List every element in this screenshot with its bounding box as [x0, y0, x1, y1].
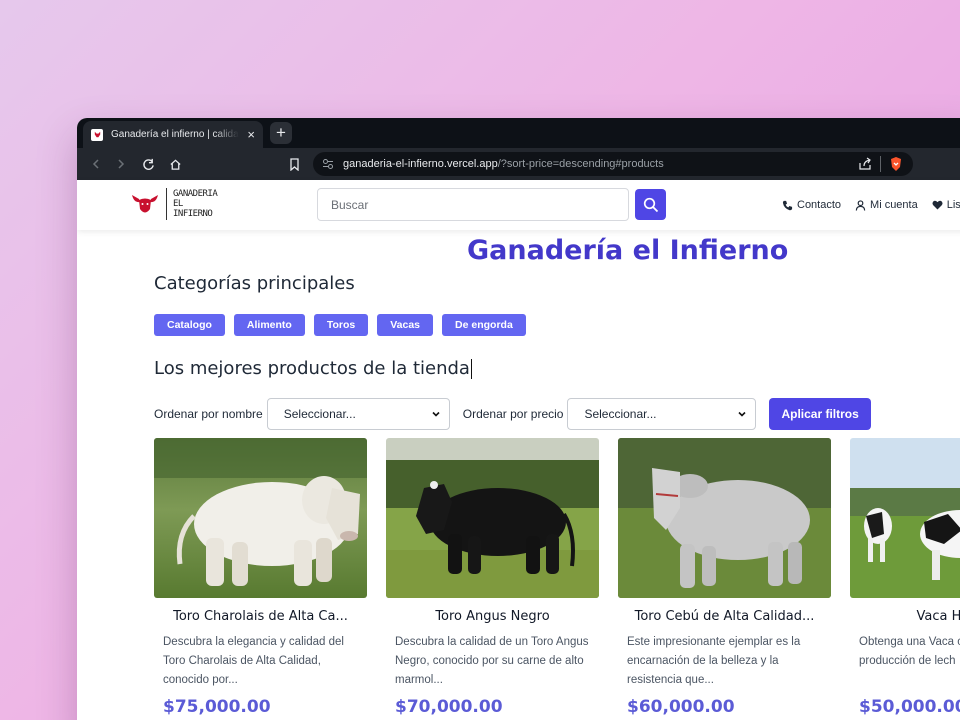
header-links: Contacto Mi cuenta Lis [782, 180, 960, 230]
new-tab-button[interactable]: + [270, 122, 292, 144]
share-icon[interactable] [858, 157, 872, 174]
apply-filters-button[interactable]: Aplicar filtros [769, 398, 871, 430]
browser-toolbar: ganaderia-el-infierno.vercel.app/?sort-p… [77, 148, 960, 180]
product-price: $75,000.00 [163, 697, 271, 717]
category-chip-catalogo[interactable]: Catalogo [154, 314, 225, 336]
address-bar[interactable]: ganaderia-el-infierno.vercel.app/?sort-p… [313, 152, 913, 176]
site-logo[interactable]: GANADERIA EL INFIERNO [130, 188, 218, 220]
site-settings-icon[interactable] [322, 158, 334, 173]
search-icon [643, 197, 658, 212]
tab-close-icon[interactable]: × [247, 128, 255, 141]
sort-price-label: Ordenar por precio [462, 407, 564, 421]
reload-icon[interactable] [139, 155, 157, 173]
contact-link[interactable]: Contacto [782, 199, 841, 211]
product-image[interactable] [850, 438, 960, 598]
url-divider [880, 156, 881, 172]
product-image[interactable] [154, 438, 367, 598]
list-label: Lis [946, 199, 960, 211]
sort-name-value: Seleccionar... [283, 407, 356, 421]
tab-bar: Ganadería el infierno | calidad p × + [77, 118, 960, 148]
bull-logo-icon [132, 195, 158, 213]
browser-tab[interactable]: Ganadería el infierno | calidad p × [83, 121, 263, 148]
category-chip-alimento[interactable]: Alimento [233, 314, 305, 336]
chevron-down-icon [432, 411, 440, 417]
url-host: ganaderia-el-infierno.vercel.app [343, 158, 498, 170]
bookmark-icon[interactable] [285, 155, 303, 173]
search-input[interactable]: Buscar [317, 188, 629, 221]
products-heading-text: Los mejores productos de la tienda [154, 358, 470, 379]
logo-text: GANADERIA EL INFIERNO [173, 189, 218, 219]
product-card[interactable]: Vaca Holstei Obtenga una Vaca calidad co… [850, 438, 960, 717]
product-image[interactable] [618, 438, 831, 598]
category-chip-vacas[interactable]: Vacas [377, 314, 434, 336]
account-link[interactable]: Mi cuenta [855, 199, 918, 211]
phone-icon [782, 200, 793, 210]
category-chip-de-engorda[interactable]: De engorda [442, 314, 526, 336]
main-content: Ganadería el Infierno Categorías princip… [77, 230, 960, 720]
product-description: Descubra la calidad de un Toro Angus Neg… [395, 636, 589, 686]
product-price: $70,000.00 [395, 697, 503, 717]
categories-list: Catalogo Alimento Toros Vacas De engorda [154, 314, 526, 336]
product-card[interactable]: Toro Angus Negro Descubra la calidad de … [386, 438, 599, 717]
product-description: Obtenga una Vaca calidad conocida p prod… [859, 636, 960, 667]
category-chip-toros[interactable]: Toros [313, 314, 369, 336]
tab-title: Ganadería el infierno | calidad p [111, 129, 240, 140]
chevron-down-icon [738, 411, 747, 417]
logo-divider [166, 188, 167, 220]
logo-line: GANADERIA [173, 189, 218, 199]
text-cursor [470, 359, 472, 379]
sort-price-select[interactable]: Seleccionar... [567, 398, 757, 430]
products-heading: Los mejores productos de la tienda [154, 358, 472, 379]
product-card[interactable]: Toro Charolais de Alta Ca... Descubra la… [154, 438, 367, 717]
back-icon[interactable] [87, 155, 105, 173]
product-name[interactable]: Toro Angus Negro [386, 609, 599, 624]
product-name[interactable]: Vaca Holstei [850, 609, 960, 624]
product-image[interactable] [386, 438, 599, 598]
categories-heading: Categorías principales [154, 273, 355, 294]
url-path: /?sort-price=descending#products [497, 158, 664, 170]
sort-name-select[interactable]: Seleccionar... [266, 398, 450, 430]
product-price: $50,000.00 [859, 697, 960, 717]
product-price: $60,000.00 [627, 697, 735, 717]
logo-line: INFIERNO [173, 209, 213, 219]
sort-price-value: Seleccionar... [584, 407, 657, 421]
product-description: Este impresionante ejemplar es la encarn… [627, 636, 801, 686]
site-header: GANADERIA EL INFIERNO Buscar Contacto Mi… [77, 180, 960, 230]
contact-label: Contacto [797, 199, 842, 211]
home-icon[interactable] [166, 155, 184, 173]
product-grid: Toro Charolais de Alta Ca... Descubra la… [154, 438, 960, 717]
product-name[interactable]: Toro Cebú de Alta Calidad... [618, 609, 831, 624]
search-button[interactable] [635, 189, 666, 220]
bull-favicon-icon [91, 128, 103, 141]
product-name[interactable]: Toro Charolais de Alta Ca... [154, 609, 367, 624]
brave-shield-icon[interactable] [889, 156, 903, 175]
forward-icon[interactable] [112, 155, 130, 173]
product-card[interactable]: Toro Cebú de Alta Calidad... Este impres… [618, 438, 831, 717]
logo-line: EL [173, 199, 183, 209]
account-label: Mi cuenta [870, 199, 918, 211]
wishlist-link[interactable]: Lis [932, 199, 960, 211]
heart-icon [932, 200, 943, 210]
sort-name-label: Ordenar por nombre [154, 407, 263, 421]
page-title: Ganadería el Infierno [467, 235, 789, 266]
browser-window: Ganadería el infierno | calidad p × + ga… [77, 118, 960, 720]
filters-bar: Ordenar por nombre Seleccionar... Ordena… [154, 398, 871, 430]
user-icon [855, 199, 866, 211]
product-description: Descubra la elegancia y calidad del Toro… [163, 636, 344, 686]
